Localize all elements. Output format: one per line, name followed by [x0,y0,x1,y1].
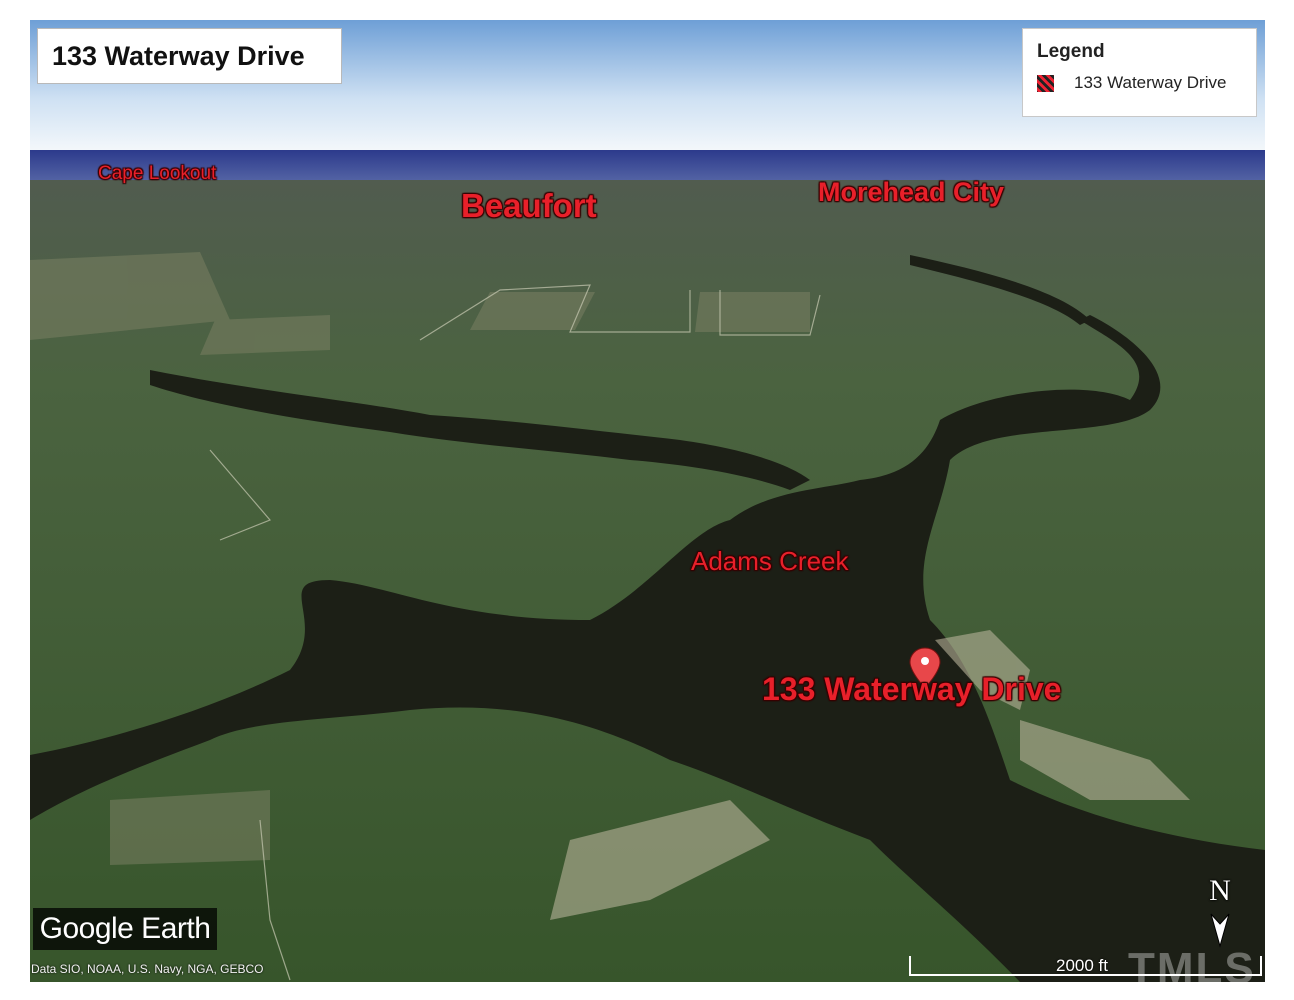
place-label-adams-creek[interactable]: Adams Creek [691,546,849,577]
mls-watermark: TMLS [1128,944,1256,993]
north-arrow-icon [1210,913,1230,948]
google-earth-logo: Google Earth [33,908,217,950]
north-arrow: N [1203,874,1237,950]
place-label-morehead-city[interactable]: Morehead City [818,177,1004,208]
map-title: 133 Waterway Drive [37,28,342,84]
legend-swatch-icon [1037,74,1054,92]
place-label-beaufort[interactable]: Beaufort [461,187,597,225]
scale-label: 2000 ft [1056,956,1108,975]
place-label-cape-lookout[interactable]: Cape Lookout [98,163,216,185]
place-label-property[interactable]: 133 Waterway Drive [762,671,1061,708]
legend: Legend 133 Waterway Drive [1022,28,1257,117]
legend-heading: Legend [1037,41,1105,62]
map-credits: Data SIO, NOAA, U.S. Navy, NGA, GEBCO [31,962,264,976]
legend-item-label: 133 Waterway Drive [1074,73,1227,92]
legend-item[interactable]: 133 Waterway Drive [1037,73,1242,93]
